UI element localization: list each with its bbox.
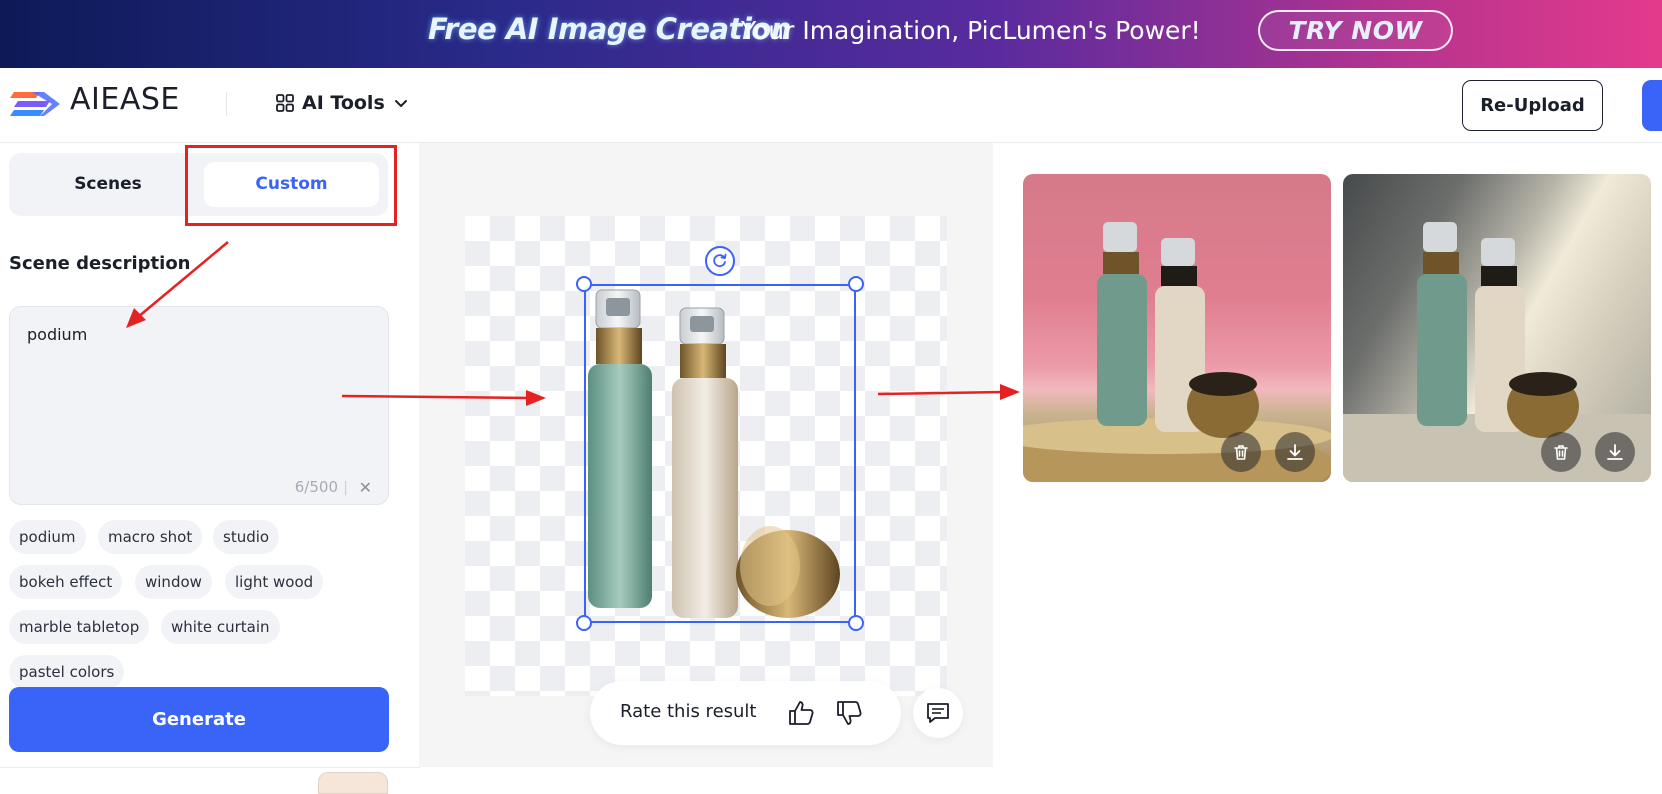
grid-icon xyxy=(276,94,294,112)
aiease-logo-icon xyxy=(10,92,60,116)
logo-text: AIEASE xyxy=(70,82,180,117)
suggestion-chip[interactable]: studio xyxy=(213,520,280,554)
rating-bar: Rate this result xyxy=(590,681,901,745)
resize-handle-bottom-left[interactable] xyxy=(576,615,592,631)
suggestion-chip[interactable]: marble tabletop xyxy=(9,610,150,644)
header-divider xyxy=(226,92,227,116)
ai-tools-menu[interactable]: AI Tools xyxy=(276,92,409,114)
suggestion-chip[interactable]: macro shot xyxy=(98,520,203,554)
banner-subtitle: Your Imagination, PicLumen's Power! xyxy=(741,16,1201,45)
promo-banner[interactable]: Free AI Image Creation Your Imagination,… xyxy=(0,0,1662,68)
scene-description-value: podium xyxy=(27,325,88,344)
try-now-button[interactable]: TRY NOW xyxy=(1258,10,1453,51)
counter-separator: | xyxy=(343,480,348,496)
chat-icon[interactable] xyxy=(913,688,963,738)
rotate-icon[interactable] xyxy=(705,246,735,276)
character-counter: 6/500 xyxy=(294,478,338,496)
thumbs-down-icon[interactable] xyxy=(834,698,864,728)
suggestion-chip[interactable]: white curtain xyxy=(161,610,280,644)
clear-icon[interactable]: ✕ xyxy=(359,478,372,497)
suggestion-chip[interactable]: podium xyxy=(9,520,86,554)
annotation-arrow xyxy=(126,241,229,328)
suggestion-chip[interactable]: bokeh effect xyxy=(9,565,123,599)
download-icon[interactable] xyxy=(1595,432,1635,472)
result-image[interactable] xyxy=(1343,174,1651,482)
suggestion-chip[interactable]: window xyxy=(135,565,212,599)
suggestion-chip[interactable]: light wood xyxy=(225,565,324,599)
generate-button[interactable]: Generate xyxy=(9,687,389,752)
app-header: AIEASE AI Tools Re-Upload xyxy=(0,68,1662,143)
result-image[interactable] xyxy=(1023,174,1331,482)
rate-result-label: Rate this result xyxy=(620,701,757,722)
re-upload-button[interactable]: Re-Upload xyxy=(1462,80,1603,131)
panel-footer-divider xyxy=(0,767,420,768)
resize-handle-bottom-right[interactable] xyxy=(848,615,864,631)
download-icon[interactable] xyxy=(1275,432,1315,472)
selection-box[interactable] xyxy=(584,284,856,623)
banner-title: Free AI Image Creation xyxy=(428,12,791,46)
tab-scenes[interactable]: Scenes xyxy=(13,162,203,207)
trash-icon[interactable] xyxy=(1541,432,1581,472)
thumbs-up-icon[interactable] xyxy=(786,698,816,728)
chevron-down-icon xyxy=(394,100,407,107)
scene-description-input[interactable]: podium 6/500 | ✕ xyxy=(9,306,389,505)
resize-handle-top-left[interactable] xyxy=(576,276,592,292)
resize-handle-top-right[interactable] xyxy=(848,276,864,292)
trash-icon[interactable] xyxy=(1221,432,1261,472)
ai-tools-label: AI Tools xyxy=(302,92,385,114)
primary-header-button[interactable] xyxy=(1642,80,1662,131)
annotation-highlight-box xyxy=(185,145,397,226)
annotation-arrow xyxy=(341,390,546,406)
suggestion-chip[interactable]: pastel colors xyxy=(9,655,125,689)
annotation-arrow xyxy=(877,384,1020,400)
